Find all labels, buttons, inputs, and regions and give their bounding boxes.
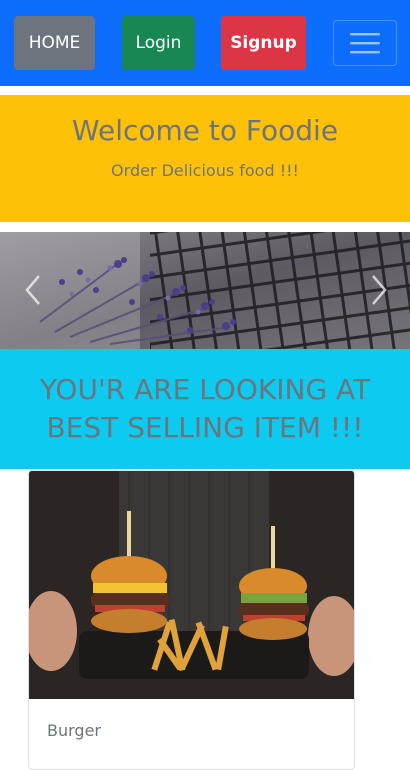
best-selling-heading: YOU'R ARE LOOKING AT BEST SELLING ITEM !… <box>39 373 371 444</box>
carousel-prev-button[interactable] <box>18 270 48 310</box>
welcome-title: Welcome to Foodie <box>71 114 339 147</box>
hamburger-menu-icon <box>350 33 380 54</box>
welcome-subtitle: Order Delicious food !!! <box>111 161 299 180</box>
login-button[interactable]: Login <box>122 16 195 70</box>
burger-image <box>29 471 354 699</box>
card-title: Burger <box>47 721 101 740</box>
carousel-next-button[interactable] <box>364 270 394 310</box>
product-card[interactable]: Burger <box>28 470 355 770</box>
signup-button[interactable]: Signup <box>221 16 306 70</box>
navbar: HOME Login Signup <box>0 0 410 86</box>
chevron-right-icon <box>372 275 387 305</box>
carousel-image <box>0 232 410 349</box>
navbar-toggler-button[interactable] <box>333 20 397 66</box>
chevron-left-icon <box>25 275 40 305</box>
welcome-banner: Welcome to Foodie Order Delicious food !… <box>0 95 410 222</box>
home-button[interactable]: HOME <box>14 16 95 70</box>
best-selling-banner: YOU'R ARE LOOKING AT BEST SELLING ITEM !… <box>0 349 410 469</box>
image-carousel[interactable] <box>0 232 410 349</box>
